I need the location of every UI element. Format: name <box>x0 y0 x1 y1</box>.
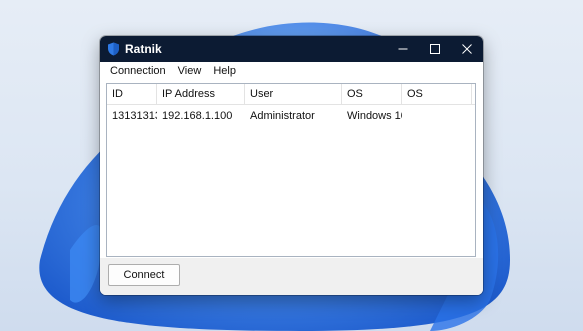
maximize-button[interactable] <box>419 36 451 62</box>
desktop: Ratnik Connection View Help ID IP Addres… <box>0 0 583 331</box>
shield-icon <box>106 42 120 56</box>
footer-panel: Connect <box>100 258 483 295</box>
close-button[interactable] <box>451 36 483 62</box>
menu-connection[interactable]: Connection <box>104 62 172 80</box>
minimize-icon <box>398 48 408 50</box>
menu-view[interactable]: View <box>172 62 208 80</box>
connect-button[interactable]: Connect <box>108 264 180 286</box>
cell-user: Administrator <box>250 110 315 122</box>
column-headers: ID IP Address User OS OS <box>107 84 475 105</box>
cell-id: 131313134 <box>112 110 157 122</box>
minimize-button[interactable] <box>387 36 419 62</box>
table-row[interactable]: 131313134 192.168.1.100 Administrator Wi… <box>107 106 475 126</box>
column-header-os[interactable]: OS <box>342 84 402 104</box>
window-title: Ratnik <box>125 42 162 56</box>
menu-bar: Connection View Help <box>100 62 483 80</box>
cell-os: Windows 10 <box>347 110 402 122</box>
close-icon <box>462 44 472 54</box>
column-header-id[interactable]: ID <box>107 84 157 104</box>
column-header-os-2[interactable]: OS <box>402 84 472 104</box>
cell-os-2 <box>402 106 472 126</box>
app-window: Ratnik Connection View Help ID IP Addres… <box>100 36 483 295</box>
clients-list[interactable]: ID IP Address User OS OS 131313134 192.1… <box>106 83 476 257</box>
maximize-icon <box>430 44 440 54</box>
menu-help[interactable]: Help <box>207 62 242 80</box>
title-bar[interactable]: Ratnik <box>100 36 483 62</box>
cell-ip-address: 192.168.1.100 <box>162 110 233 122</box>
column-header-ip-address[interactable]: IP Address <box>157 84 245 104</box>
column-header-user[interactable]: User <box>245 84 342 104</box>
